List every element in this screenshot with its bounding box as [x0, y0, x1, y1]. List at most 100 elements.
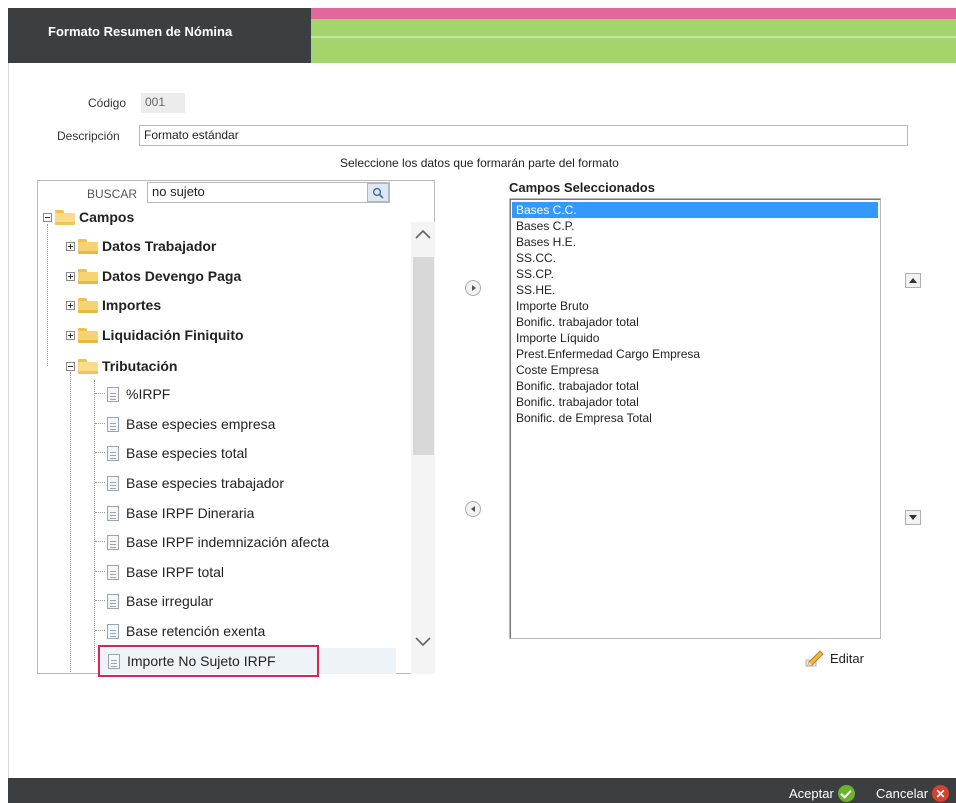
list-item[interactable]: Bonific. trabajador total: [512, 378, 878, 394]
tree-leaf-label: Base IRPF indemnización afecta: [126, 534, 330, 550]
tree-leaf[interactable]: Base IRPF Dineraria: [95, 502, 254, 524]
edit-label: Editar: [830, 650, 864, 666]
tree-leaf[interactable]: Base irregular: [95, 590, 213, 612]
scroll-down-icon[interactable]: [415, 636, 431, 650]
selected-fields-list[interactable]: Bases C.C. Bases C.P. Bases H.E. SS.CC. …: [509, 198, 881, 639]
tree-leaf-label: Base especies total: [126, 445, 248, 461]
tree-node-label: Tributación: [102, 358, 178, 374]
list-item[interactable]: Bonific. de Empresa Total: [512, 410, 878, 426]
codigo-label: Código: [88, 96, 127, 110]
add-field-button[interactable]: [465, 280, 481, 296]
search-label: BUSCAR: [87, 187, 138, 201]
tree-node-label: Datos Trabajador: [102, 238, 217, 254]
document-icon: [108, 653, 120, 669]
search-input[interactable]: no sujeto: [147, 182, 390, 203]
list-item[interactable]: Bonific. trabajador total: [512, 394, 878, 410]
list-item[interactable]: Bonific. trabajador total: [512, 314, 878, 330]
descripcion-label: Descripción: [57, 129, 120, 143]
descripcion-input[interactable]: Formato estándar: [139, 125, 908, 146]
expand-icon[interactable]: [66, 330, 75, 340]
tree-leaf[interactable]: Base especies total: [95, 442, 247, 464]
list-item[interactable]: SS.CP.: [512, 266, 878, 282]
tree-leaf-label: Base retención exenta: [126, 623, 266, 639]
tree-leaf-label: Importe No Sujeto IRPF: [127, 653, 276, 669]
tree-leaf-label: Base especies trabajador: [126, 475, 284, 491]
folder-icon: [78, 327, 98, 343]
close-circle-icon: ✕: [932, 785, 950, 802]
tree-leaf-label: Base IRPF Dineraria: [126, 505, 255, 521]
cancel-button[interactable]: Cancelar ✕: [876, 785, 950, 802]
scroll-up-icon[interactable]: [415, 228, 431, 242]
header-pink-band: [311, 8, 956, 19]
tree-node-label: Campos: [79, 209, 135, 225]
move-down-button[interactable]: [905, 510, 921, 525]
arrow-down-icon: [909, 515, 917, 520]
tree-leaf[interactable]: Base especies empresa: [95, 413, 275, 435]
folder-icon: [78, 297, 98, 313]
document-icon: [107, 593, 119, 609]
collapse-icon[interactable]: [43, 212, 52, 222]
tree-node-liquidacion-finiquito[interactable]: Liquidación Finiquito: [66, 324, 244, 346]
move-up-button[interactable]: [905, 273, 921, 288]
tree-leaf[interactable]: Base retención exenta: [95, 620, 265, 642]
list-item[interactable]: Prest.Enfermedad Cargo Empresa: [512, 346, 878, 362]
check-circle-icon: [837, 785, 855, 802]
tree-guide-line: [47, 224, 48, 366]
tree-leaf[interactable]: Base IRPF total: [95, 561, 224, 583]
document-icon: [107, 623, 119, 639]
folder-open-icon: [78, 358, 98, 374]
tree-leaf[interactable]: Base IRPF indemnización afecta: [95, 531, 329, 553]
search-icon: [372, 187, 384, 199]
arrow-left-icon: [470, 506, 475, 512]
tree-leaf-importe-no-sujeto[interactable]: Importe No Sujeto IRPF: [108, 650, 276, 672]
selected-fields-title: Campos Seleccionados: [509, 180, 655, 195]
left-divider: [8, 63, 9, 778]
tree-node-label: Datos Devengo Paga: [102, 268, 242, 284]
window-title: Formato Resumen de Nómina: [8, 8, 311, 63]
document-icon: [107, 475, 119, 491]
expand-icon[interactable]: [66, 300, 75, 310]
tree-leaf-label: Base IRPF total: [126, 564, 225, 580]
list-item[interactable]: Importe Bruto: [512, 298, 878, 314]
tree-node-datos-trabajador[interactable]: Datos Trabajador: [66, 235, 216, 257]
list-item[interactable]: Importe Líquido: [512, 330, 878, 346]
list-item[interactable]: Coste Empresa: [512, 362, 878, 378]
arrow-up-icon: [909, 278, 917, 283]
accept-button[interactable]: Aceptar: [789, 785, 855, 802]
document-icon: [107, 386, 119, 402]
document-icon: [107, 534, 119, 550]
tree-leaf-label: Base irregular: [126, 593, 214, 609]
tree-node-datos-devengo-paga[interactable]: Datos Devengo Paga: [66, 265, 241, 287]
document-icon: [107, 505, 119, 521]
edit-button[interactable]: Editar: [805, 649, 864, 667]
folder-open-icon: [55, 209, 75, 225]
collapse-icon[interactable]: [66, 361, 75, 371]
tree-node-importes[interactable]: Importes: [66, 294, 161, 316]
remove-field-button[interactable]: [465, 501, 481, 517]
expand-icon[interactable]: [66, 271, 75, 281]
arrow-right-icon: [471, 285, 476, 291]
list-item[interactable]: Bases C.P.: [512, 218, 878, 234]
list-item[interactable]: Bases H.E.: [512, 234, 878, 250]
tree-leaf[interactable]: Base especies trabajador: [95, 472, 284, 494]
tree-node-tributacion[interactable]: Tributación: [66, 355, 177, 377]
pencil-icon: [805, 650, 824, 667]
tree-leaf-label: Base especies empresa: [126, 416, 276, 432]
list-item[interactable]: SS.CC.: [512, 250, 878, 266]
folder-icon: [78, 238, 98, 254]
tree-guide-line: [70, 372, 71, 672]
tree-leaf[interactable]: %IRPF: [95, 383, 170, 405]
list-item[interactable]: SS.HE.: [512, 282, 878, 298]
search-button[interactable]: [367, 183, 389, 202]
tree-node-label: Importes: [102, 297, 162, 313]
accept-label: Aceptar: [789, 786, 834, 801]
expand-icon[interactable]: [66, 241, 75, 251]
tree-node-label: Liquidación Finiquito: [102, 327, 244, 343]
instruction-text: Seleccione los datos que formarán parte …: [340, 156, 619, 170]
codigo-field: 001: [141, 93, 185, 113]
tree-node-campos[interactable]: Campos: [43, 206, 134, 228]
tree-scroll-thumb[interactable]: [413, 257, 434, 455]
list-item[interactable]: Bases C.C.: [512, 202, 878, 218]
document-icon: [107, 564, 119, 580]
document-icon: [107, 416, 119, 432]
